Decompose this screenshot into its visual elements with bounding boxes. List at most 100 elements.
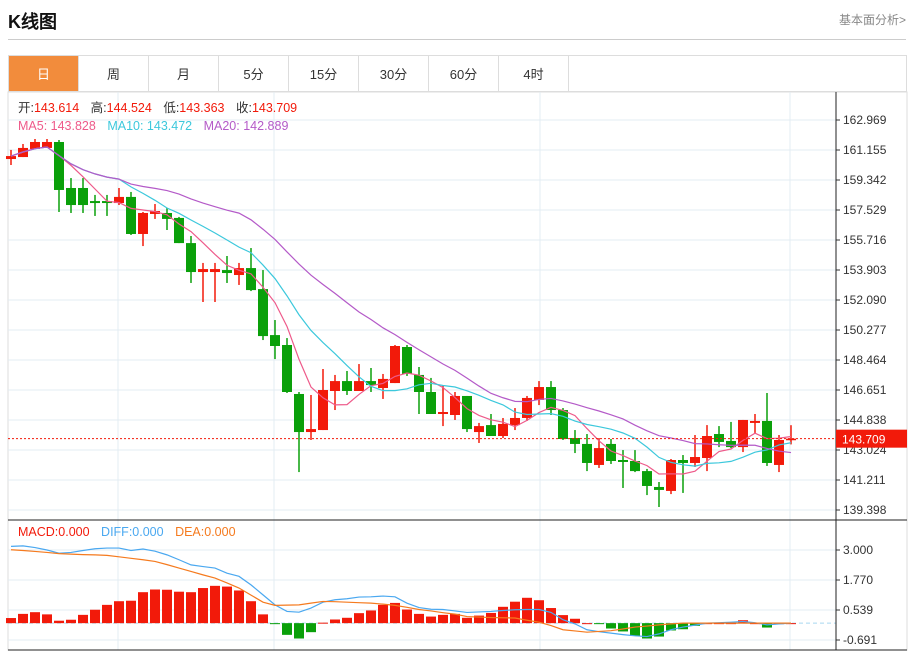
candle: [30, 139, 40, 149]
macd-bar: [6, 618, 16, 624]
macd-bar: [330, 619, 340, 624]
macd-bar: [594, 623, 604, 625]
macd-bar: [234, 590, 244, 624]
macd-bar: [210, 585, 220, 624]
macd-tick-label: 1.770: [843, 573, 873, 587]
price-tick-label: 161.155: [843, 143, 887, 157]
candle: [450, 391, 460, 420]
candle: [582, 434, 592, 472]
candle: [138, 211, 148, 247]
macd-bar: [78, 614, 88, 624]
candle: [534, 381, 544, 406]
macd-bar: [306, 623, 316, 633]
price-tick-label: 159.342: [843, 173, 887, 187]
macd-bar: [318, 622, 328, 624]
candle-body: [6, 156, 16, 160]
macd-bar: [342, 617, 352, 624]
candle: [390, 345, 400, 384]
candle-body: [198, 269, 208, 273]
current-price-label: 143.709: [842, 433, 886, 447]
candle: [90, 194, 100, 216]
macd-bar: [534, 600, 544, 624]
macd-bar: [138, 592, 148, 624]
candle-body: [498, 423, 508, 437]
macd-bar: [630, 623, 640, 636]
macd-tick-label: -0.691: [843, 633, 877, 647]
candle: [642, 468, 652, 496]
candle-body: [678, 459, 688, 463]
ma10-value: MA10: 143.472: [107, 119, 192, 133]
candle: [270, 320, 280, 360]
macd-bar: [498, 606, 508, 624]
macd-bar: [378, 604, 388, 624]
candle-body: [390, 345, 400, 384]
candle: [486, 414, 496, 437]
ma10-line: [10, 146, 792, 467]
macd-bar: [42, 614, 52, 624]
candle-body: [486, 425, 496, 437]
candle-body: [462, 395, 472, 430]
candle: [474, 422, 484, 443]
candle: [378, 373, 388, 399]
candle: [186, 235, 196, 283]
candle: [306, 394, 316, 440]
macd-bar: [246, 601, 256, 624]
candle-body: [510, 417, 520, 426]
price-tick-label: 139.398: [843, 503, 887, 517]
candle-body: [714, 434, 724, 442]
ma5-value: MA5: 143.828: [18, 119, 96, 133]
candle-body: [258, 289, 268, 337]
price-tick-label: 152.090: [843, 293, 887, 307]
macd-bar: [162, 589, 172, 624]
candle: [750, 414, 760, 434]
macd-bar: [402, 609, 412, 624]
candle-body: [666, 459, 676, 491]
macd-bar: [198, 588, 208, 624]
price-tick-label: 162.969: [843, 113, 887, 127]
candle-body: [474, 426, 484, 433]
macd-bar: [126, 600, 136, 624]
candle-body: [438, 412, 448, 415]
macd-bar: [270, 623, 280, 625]
candle-body: [306, 429, 316, 433]
candle: [522, 395, 532, 421]
candle: [78, 178, 88, 213]
macd-bar: [150, 589, 160, 624]
candle: [774, 435, 784, 473]
candle: [462, 395, 472, 433]
candle-body: [270, 335, 280, 346]
macd-bar: [462, 617, 472, 624]
candle: [294, 391, 304, 473]
candle-body: [354, 381, 364, 392]
candle-body: [78, 187, 88, 206]
candle: [738, 419, 748, 453]
ma-readout: MA5: 143.828 MA10: 143.472 MA20: 142.889: [18, 119, 288, 133]
candle: [594, 437, 604, 468]
ma20-value: MA20: 142.889: [204, 119, 289, 133]
macd-bar: [66, 619, 76, 624]
macd-bar: [114, 601, 124, 624]
macd-readout: MACD:0.000 DIFF:0.000 DEA:0.000: [18, 525, 236, 539]
candle: [666, 459, 676, 495]
kline-chart[interactable]: 162.969 161.155 159.342 157.529 155.716 153.9…: [0, 0, 910, 653]
candle: [654, 482, 664, 507]
candle: [258, 270, 268, 341]
candle-body: [750, 420, 760, 423]
candle: [282, 338, 292, 393]
macd-bar: [366, 610, 376, 624]
price-tick-label: 150.277: [843, 323, 887, 337]
candle-body: [402, 346, 412, 374]
candle: [762, 392, 772, 466]
macd-tick-label: 3.000: [843, 543, 873, 557]
candle: [222, 255, 232, 283]
candle-body: [702, 436, 712, 459]
macd-bar: [606, 623, 616, 629]
macd-bar: [90, 609, 100, 624]
candle: [54, 140, 64, 212]
macd-bar: [102, 604, 112, 624]
candle-body: [66, 187, 76, 206]
candle-body: [690, 457, 700, 463]
candle-body: [126, 196, 136, 234]
macd-bar: [30, 612, 40, 624]
candle-body: [318, 390, 328, 431]
